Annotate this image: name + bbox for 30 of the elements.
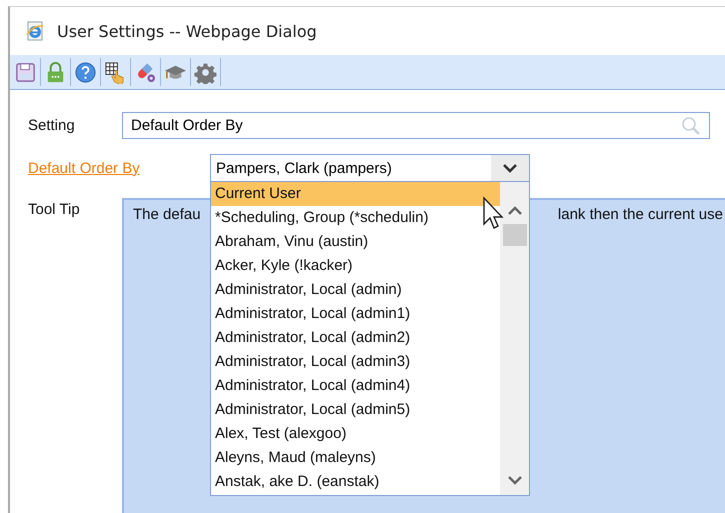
dropdown-option[interactable]: Aleyns, Maud (maleyns) (211, 446, 500, 470)
dropdown-option[interactable]: *Scheduling, Group (*schedulin) (211, 206, 500, 230)
setting-label: Setting (28, 117, 76, 134)
scroll-down-icon[interactable] (506, 475, 522, 485)
dropdown-option[interactable]: Alex, Test (alexgoo) (211, 422, 500, 446)
dropdown-option[interactable]: Administrator, Local (admin4) (211, 374, 500, 398)
dropdown-option[interactable]: Administrator, Local (admin2) (211, 326, 500, 350)
scroll-thumb[interactable] (502, 224, 526, 246)
tooltip-label: Tool Tip (28, 200, 81, 218)
window-title: User Settings -- Webpage Dialog (57, 22, 317, 40)
tooltip-text: The defau (133, 206, 201, 225)
browser-icon (25, 21, 45, 41)
tooltip-text: lank then the current use (558, 206, 723, 225)
dropdown-option[interactable]: Administrator, Local (admin3) (211, 350, 500, 374)
scroll-up-icon[interactable] (506, 206, 522, 216)
cursor-icon (482, 196, 506, 232)
dropdown-option[interactable]: Current User (211, 182, 500, 206)
dropdown-option[interactable]: Administrator, Local (admin1) (211, 302, 500, 326)
settings-icon[interactable] (194, 60, 217, 84)
user-select[interactable]: Pampers, Clark (pampers) (210, 154, 530, 182)
dropdown-option[interactable]: Acker, Kyle (!kacker) (211, 254, 500, 278)
help-icon[interactable] (74, 60, 97, 84)
dropdown-option[interactable]: Administrator, Local (admin) (211, 278, 500, 302)
dropdown-option[interactable]: Abraham, Vinu (austin) (211, 230, 500, 254)
setting-field[interactable]: Default Order By (122, 112, 710, 139)
chevron-down-icon (502, 163, 518, 173)
scrollbar[interactable] (500, 182, 529, 495)
dropdown-option[interactable]: Anstak, ake D. (eanstak) (211, 470, 500, 494)
save-icon[interactable] (14, 60, 37, 84)
dropdown-option[interactable]: Administrator, Local (admin5) (211, 398, 500, 422)
